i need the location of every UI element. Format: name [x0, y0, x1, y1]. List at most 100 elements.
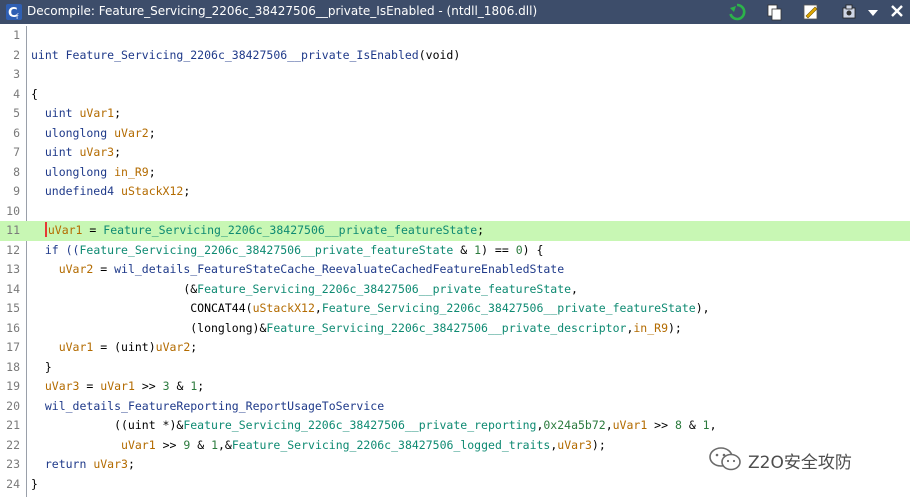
code-token: in_R9 — [114, 164, 149, 179]
code-text: ulonglong in_R9; — [31, 163, 156, 183]
code-token: Feature_Servicing_2206c_38427506__privat… — [79, 242, 454, 257]
code-line[interactable]: 7 uint uVar3; — [0, 143, 910, 163]
code-token: Feature_Servicing_2206c_38427506__privat… — [266, 320, 627, 335]
code-token: ; — [197, 379, 205, 393]
code-token: ; — [190, 340, 198, 354]
watermark-text: Z2O安全攻防 — [748, 453, 852, 473]
code-line[interactable]: 13 uVar2 = wil_details_FeatureStateCache… — [0, 260, 910, 280]
code-line[interactable]: 14 (&Feature_Servicing_2206c_38427506__p… — [0, 280, 910, 300]
code-text: CONCAT44(uStackX12,Feature_Servicing_220… — [31, 299, 710, 319]
line-number: 20 — [6, 398, 20, 413]
code-token: CONCAT44( — [31, 301, 253, 315]
refresh-icon[interactable] — [728, 3, 746, 21]
code-token: (void) — [418, 47, 461, 62]
code-token: >> — [647, 418, 675, 432]
line-number: 9 — [13, 184, 20, 198]
line-number: 14 — [6, 281, 20, 296]
code-token: = (uint) — [93, 340, 156, 354]
code-line[interactable]: 16 (longlong)&Feature_Servicing_2206c_38… — [0, 319, 910, 339]
code-token: uStackX12 — [252, 301, 315, 315]
code-text: uVar1 = Feature_Servicing_2206c_38427506… — [31, 221, 484, 241]
code-token: 1 — [702, 418, 710, 432]
code-line[interactable]: 19 uVar3 = uVar1 >> 3 & 1; — [0, 377, 910, 397]
code-token: , — [314, 301, 322, 315]
line-number: 1 — [13, 28, 20, 42]
code-line[interactable]: 5 uint uVar1; — [0, 104, 910, 124]
code-line[interactable]: 12 if ((Feature_Servicing_2206c_38427506… — [0, 241, 910, 261]
code-token: ; — [183, 184, 191, 198]
code-text: uint uVar1; — [31, 104, 121, 124]
code-line[interactable]: 8 ulonglong in_R9; — [0, 163, 910, 183]
code-token: ); — [591, 437, 606, 452]
line-number: 16 — [6, 320, 20, 335]
code-line[interactable]: 6 ulonglong uVar2; — [0, 124, 910, 144]
line-number: 19 — [6, 379, 20, 393]
code-line[interactable]: 1 — [0, 26, 910, 46]
code-token: } — [31, 359, 52, 374]
dropdown-icon[interactable] — [864, 3, 882, 21]
code-token: , — [605, 418, 613, 432]
line-number: 10 — [6, 203, 20, 218]
code-token: ((uint *)& — [31, 418, 184, 432]
code-token: = — [82, 223, 104, 237]
code-line[interactable]: 15 CONCAT44(uStackX12,Feature_Servicing_… — [0, 299, 910, 319]
line-number: 22 — [6, 437, 20, 452]
code-token: uVar1 — [121, 437, 156, 452]
code-line[interactable]: 18 } — [0, 358, 910, 378]
code-token: ulonglong — [31, 125, 115, 140]
code-line[interactable]: 24} — [0, 475, 910, 495]
code-token: undefined4 — [31, 184, 122, 198]
line-number: 12 — [6, 242, 20, 257]
code-token: ), — [695, 301, 710, 315]
code-token: uVar1 — [58, 340, 94, 354]
code-token: Feature_Servicing_2206c_38427506_logged_… — [231, 437, 551, 452]
code-text: { — [31, 85, 38, 105]
code-token: = — [93, 262, 115, 276]
code-text: ((uint *)&Feature_Servicing_2206c_384275… — [31, 416, 716, 436]
code-text: uVar2 = wil_details_FeatureStateCache_Re… — [31, 260, 564, 280]
code-text: uint uVar3; — [31, 143, 121, 163]
decompiler-code-view[interactable]: 1 2 uint Feature_Servicing_2206c_38427506_… — [0, 26, 910, 497]
code-token: in_R9 — [633, 320, 668, 335]
code-line[interactable]: 11 uVar1 = Feature_Servicing_2206c_38427… — [0, 221, 910, 241]
code-token: uVar3 — [557, 437, 592, 452]
snapshot-icon[interactable] — [840, 3, 858, 21]
code-token: ; — [148, 164, 156, 179]
code-token: ) { — [522, 242, 544, 257]
code-line[interactable]: 4{ — [0, 85, 910, 105]
edit-icon[interactable] — [802, 3, 820, 21]
line-number: 2 — [13, 47, 20, 62]
code-token: uVar3 — [44, 379, 80, 393]
code-text: uVar1 = (uint)uVar2; — [31, 338, 198, 358]
code-line[interactable]: 2 uint Feature_Servicing_2206c_38427506__… — [0, 46, 910, 66]
line-number: 24 — [6, 476, 20, 491]
line-number: 23 — [6, 457, 20, 471]
code-token: uVar2 — [58, 262, 94, 276]
code-token: ; — [148, 125, 156, 140]
code-token: ; — [127, 457, 135, 471]
copy-icon[interactable] — [766, 3, 784, 21]
code-text: (&Feature_Servicing_2206c_38427506__priv… — [31, 280, 578, 300]
close-icon[interactable] — [888, 2, 906, 20]
code-token: wil_details_FeatureStateCache_Reevaluate… — [114, 262, 565, 276]
code-token: & — [681, 418, 703, 432]
code-text: return uVar3; — [31, 455, 135, 475]
code-line[interactable]: 20 wil_details_FeatureReporting_ReportUs… — [0, 397, 910, 417]
code-line[interactable]: 10 — [0, 202, 910, 222]
code-token: ; — [477, 223, 485, 237]
code-line[interactable]: 21 ((uint *)&Feature_Servicing_2206c_384… — [0, 416, 910, 436]
line-number: 17 — [6, 340, 20, 354]
code-line[interactable]: 17 uVar1 = (uint)uVar2; — [0, 338, 910, 358]
line-number: 11 — [6, 223, 20, 237]
window-title: Decompile: Feature_Servicing_2206c_38427… — [27, 4, 538, 18]
code-token: ulonglong — [31, 164, 115, 179]
ghidra-logo-icon: C f — [6, 4, 22, 21]
code-token: (longlong)& — [31, 320, 267, 335]
code-line[interactable]: 9 undefined4 uStackX12; — [0, 182, 910, 202]
code-line[interactable]: 3 — [0, 65, 910, 85]
code-token: wil_details_FeatureReporting_ReportUsage… — [44, 398, 385, 413]
code-token: 0 — [515, 242, 523, 257]
code-token: uVar2 — [114, 125, 149, 140]
